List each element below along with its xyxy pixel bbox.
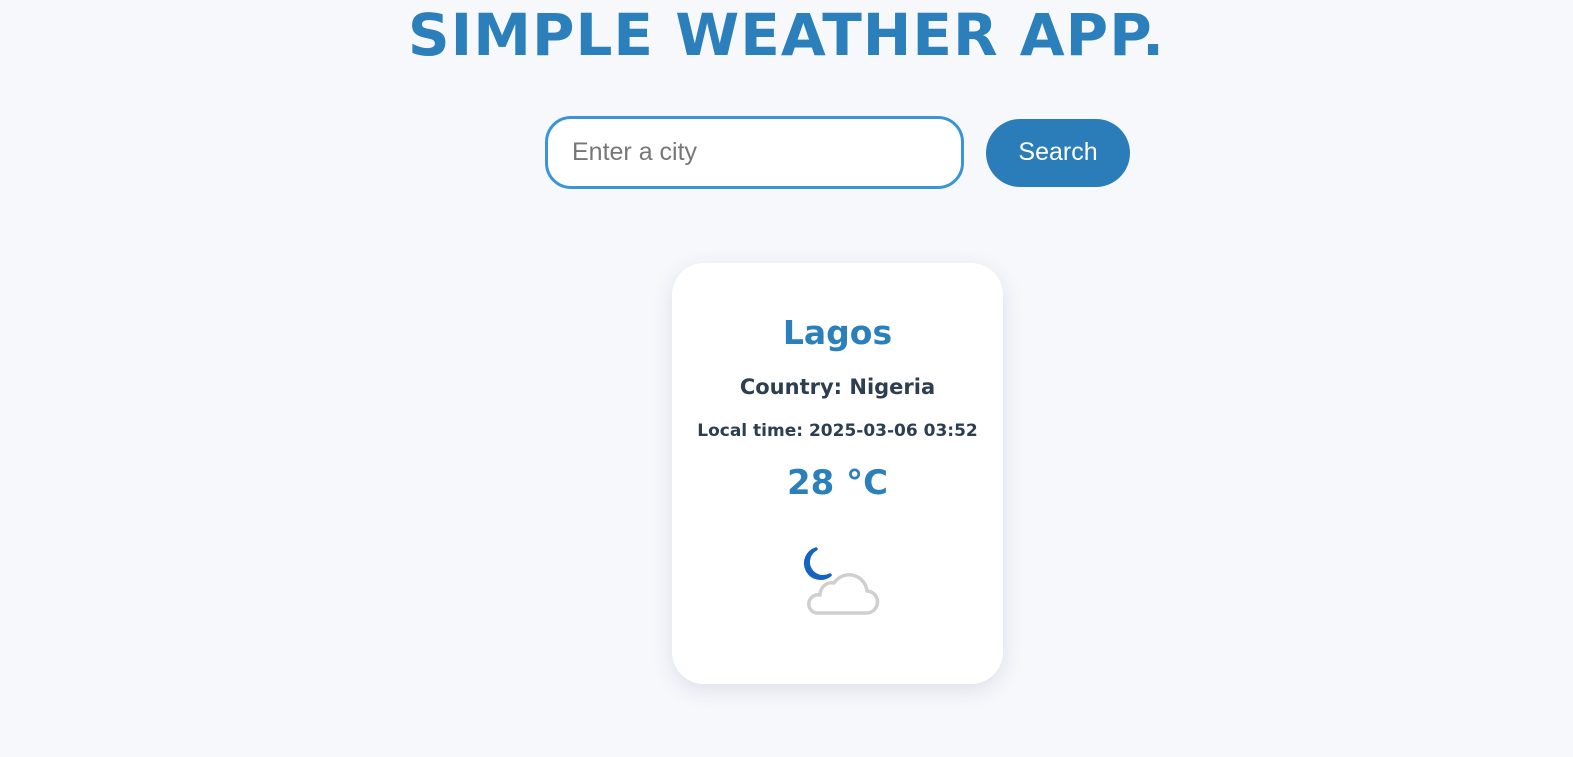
city-search-input[interactable] bbox=[545, 116, 964, 189]
country-label: Country: Nigeria bbox=[739, 375, 936, 399]
city-name: Lagos bbox=[782, 313, 893, 352]
search-bar: Search bbox=[545, 116, 1130, 189]
local-time-label: Local time: 2025-03-06 03:52 bbox=[697, 421, 978, 441]
partly-cloudy-night-icon bbox=[796, 545, 880, 619]
cloud-shape bbox=[807, 573, 880, 615]
moon-shape bbox=[803, 547, 832, 580]
weather-card: Lagos Country: Nigeria Local time: 2025-… bbox=[672, 263, 1003, 684]
search-button[interactable]: Search bbox=[986, 118, 1130, 187]
temperature-value: 28 °C bbox=[786, 463, 889, 503]
app-title: SIMPLE WEATHER APP. bbox=[407, 1, 1166, 69]
